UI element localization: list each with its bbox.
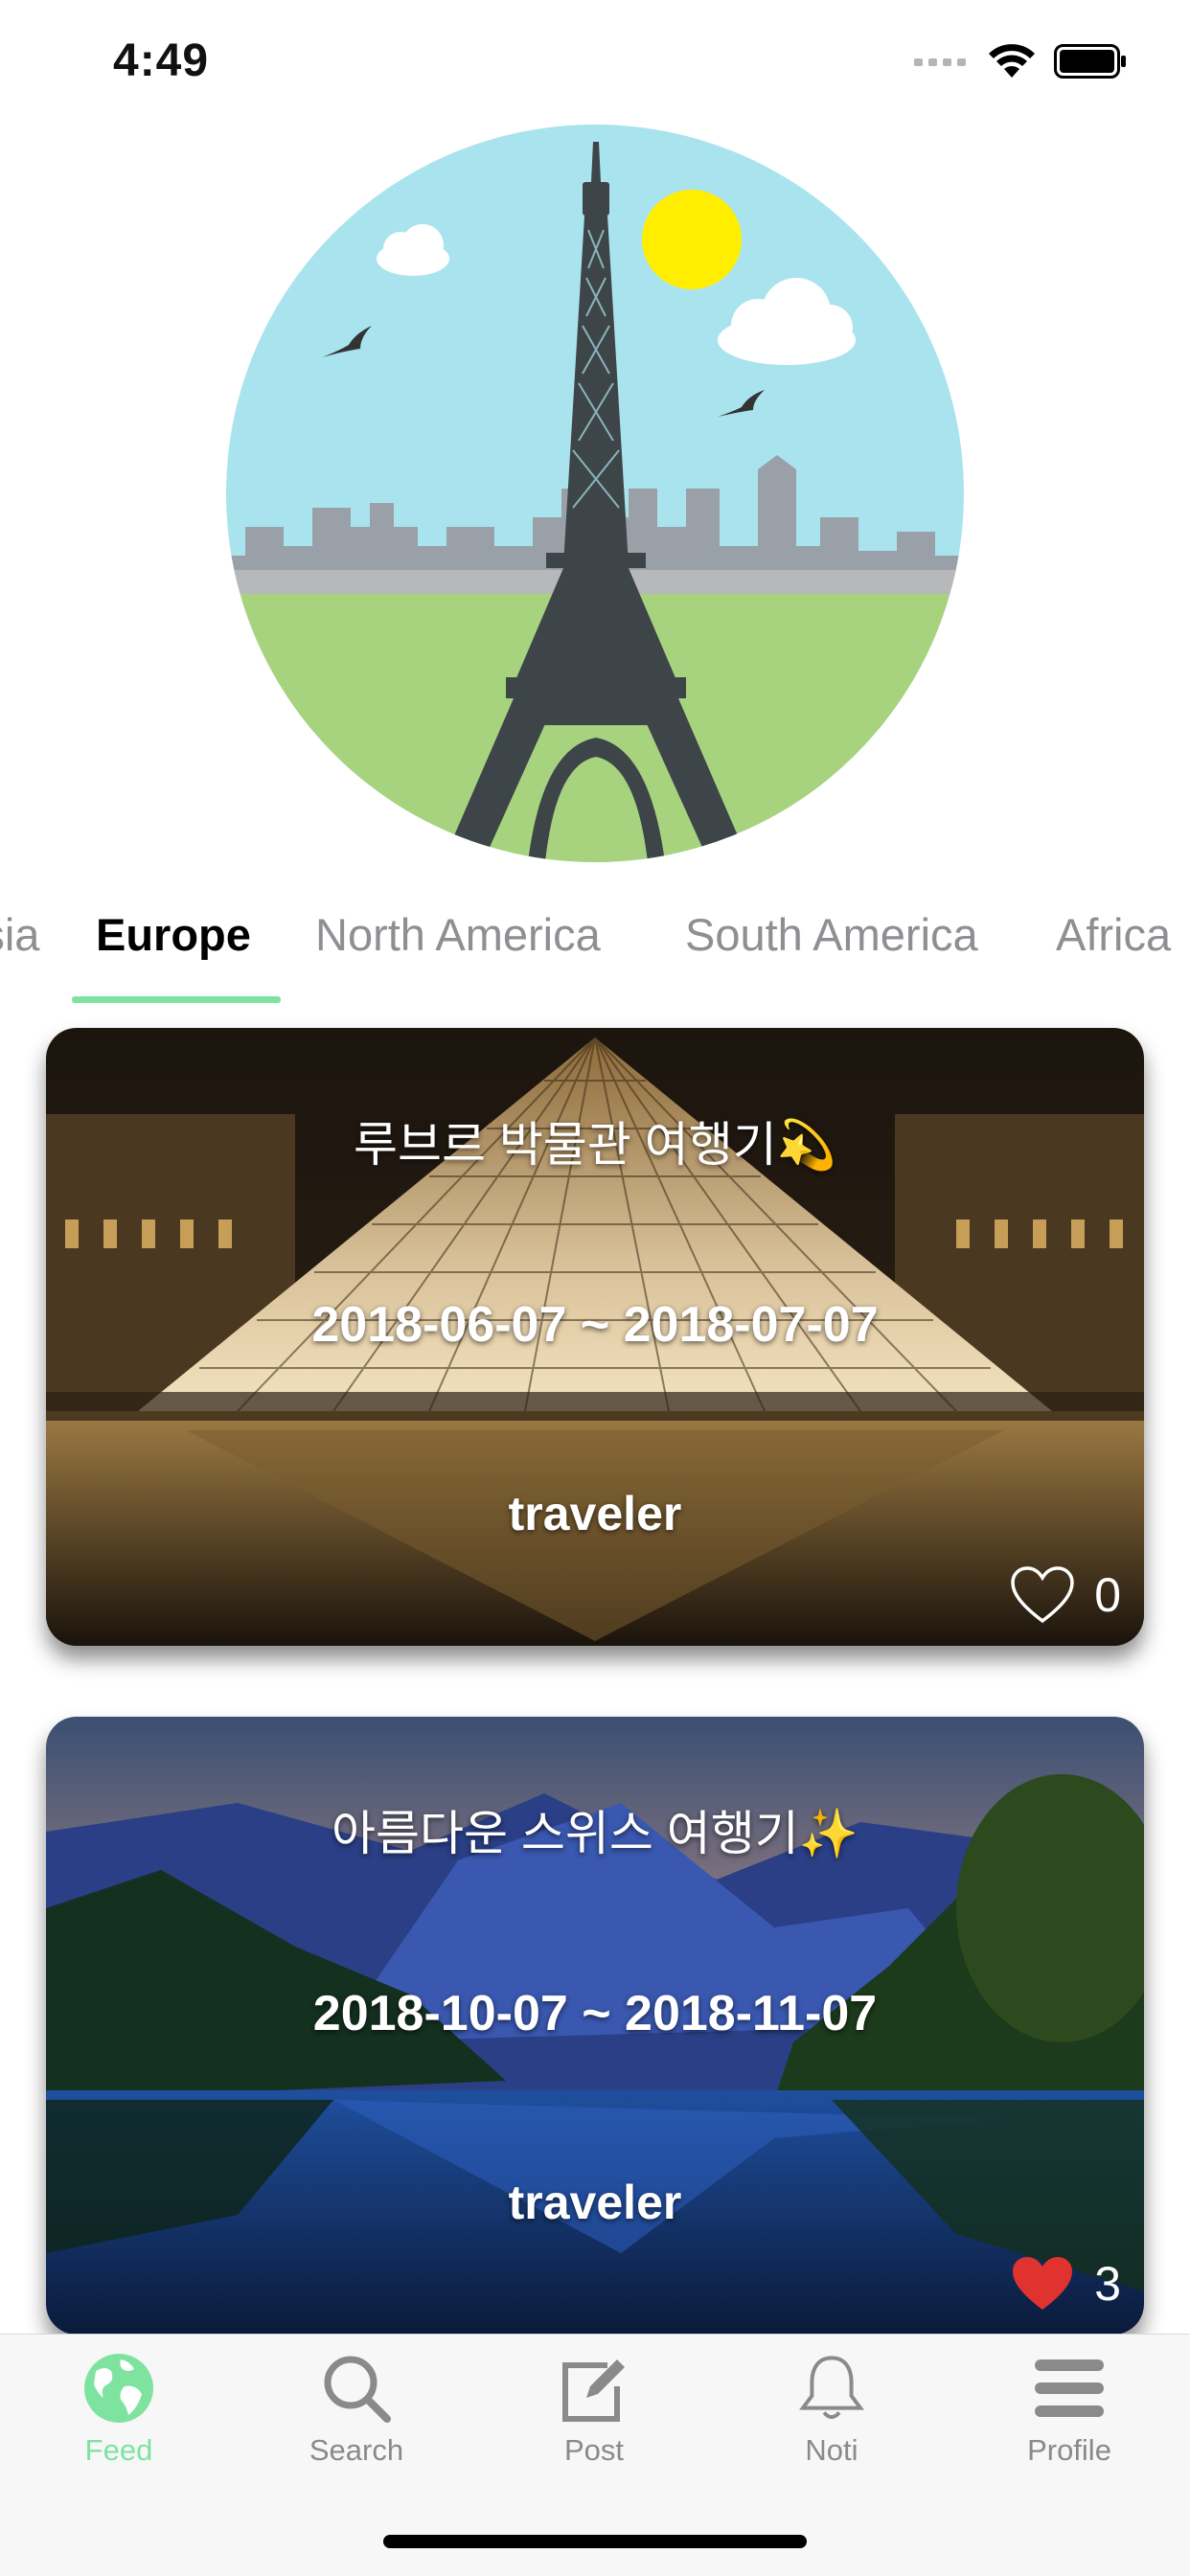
tab-label: Post xyxy=(563,2433,625,2467)
europe-illustration xyxy=(226,125,964,862)
status-time: 4:49 xyxy=(113,35,210,86)
trip-card[interactable]: 루브르 박물관 여행기💫 2018-06-07 ~ 2018-07-07 tra… xyxy=(46,1028,1144,1646)
trip-title: 아름다운 스위스 여행기✨ xyxy=(331,1807,859,1860)
tab-africa[interactable]: Africa xyxy=(1056,908,1171,961)
tab-noti[interactable]: Noti xyxy=(736,2352,927,2468)
trip-dates: 2018-10-07 ~ 2018-11-07 xyxy=(312,1986,878,2041)
like-count: 0 xyxy=(1094,1568,1121,1622)
search-icon xyxy=(324,2356,391,2423)
tab-label: Search xyxy=(309,2433,404,2467)
like-control[interactable]: 3 xyxy=(1010,2254,1121,2314)
like-count: 3 xyxy=(1094,2257,1121,2311)
bell-icon xyxy=(798,2356,865,2420)
trip-title: 루브르 박물관 여행기💫 xyxy=(353,1118,837,1172)
tab-label: Profile xyxy=(1027,2433,1111,2467)
tab-profile[interactable]: Profile xyxy=(973,2352,1165,2468)
tab-feed[interactable]: Feed xyxy=(23,2352,215,2468)
like-control[interactable]: 0 xyxy=(1010,1565,1121,1625)
tab-label: Feed xyxy=(84,2433,153,2467)
tab-search[interactable]: Search xyxy=(261,2352,452,2468)
region-tabs: Asia Europe North America South America … xyxy=(0,879,1190,1004)
home-indicator xyxy=(383,2535,807,2548)
status-icons xyxy=(914,42,1127,80)
trip-author: traveler xyxy=(508,2176,682,2229)
edit-icon xyxy=(562,2359,625,2422)
heart-filled-icon[interactable] xyxy=(1010,2254,1075,2314)
tab-europe[interactable]: Europe xyxy=(96,908,251,961)
trip-dates: 2018-06-07 ~ 2018-07-07 xyxy=(311,1297,879,1353)
heart-outline-icon[interactable] xyxy=(1010,1565,1075,1625)
wifi-icon xyxy=(989,44,1035,78)
tab-north-america[interactable]: North America xyxy=(315,908,601,961)
battery-icon xyxy=(1054,44,1126,79)
tab-south-america[interactable]: South America xyxy=(685,908,978,961)
menu-icon xyxy=(1035,2359,1104,2417)
globe-icon xyxy=(84,2354,153,2423)
trip-card[interactable]: 아름다운 스위스 여행기✨ 2018-10-07 ~ 2018-11-07 tr… xyxy=(46,1717,1144,2335)
tab-post[interactable]: Post xyxy=(498,2352,690,2468)
signal-icon xyxy=(914,58,966,66)
active-tab-indicator xyxy=(72,996,281,1003)
trip-author: traveler xyxy=(508,1487,682,1540)
tab-label: Noti xyxy=(805,2433,858,2467)
tab-asia[interactable]: Asia xyxy=(0,908,39,961)
